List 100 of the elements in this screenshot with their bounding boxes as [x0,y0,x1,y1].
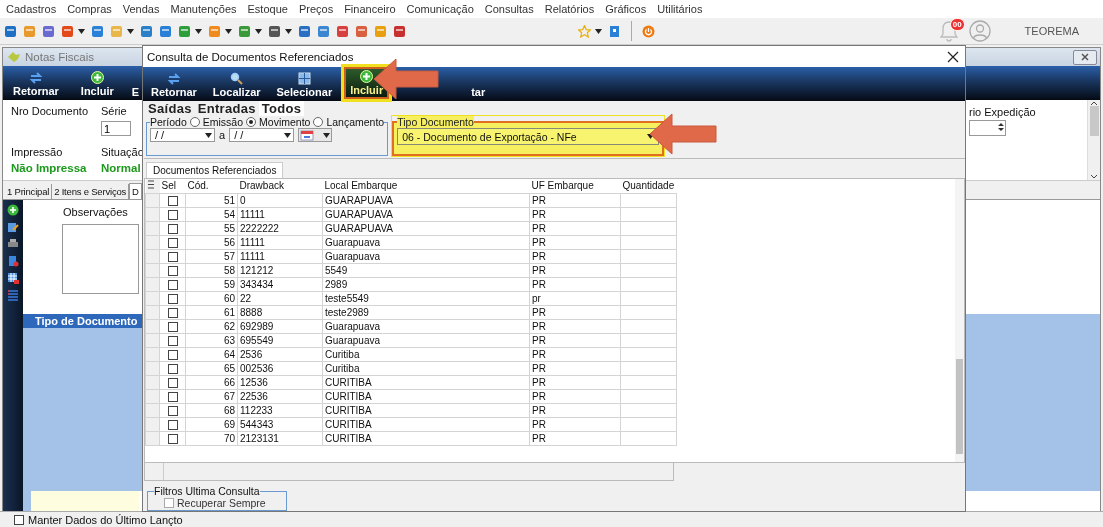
toolbar-icon[interactable] [140,24,153,38]
checkbox[interactable] [167,405,178,416]
date-field[interactable]: / / [229,128,295,142]
toolbar-icon[interactable] [298,24,311,38]
tab[interactable]: 2 Itens e Serviços [52,184,130,199]
caret-icon[interactable] [323,132,331,138]
close-icon[interactable] [947,50,959,63]
new-row-cell[interactable] [31,491,139,511]
table-cell: 66 [185,375,238,390]
caret-icon[interactable] [78,28,85,34]
toolbar-button[interactable]: Localizar [208,71,265,99]
checkbox[interactable] [167,279,178,290]
checkbox[interactable] [14,514,24,525]
dropdown[interactable]: 06 - Documento de Exportação - NFe [397,128,660,145]
scroll-down-icon[interactable] [1090,174,1098,180]
plus-icon[interactable] [7,204,19,216]
caret-icon[interactable] [127,28,134,34]
caret-icon[interactable] [195,28,202,34]
table-cell: teste2989 [322,305,530,320]
toolbar-button[interactable]: Retornar [147,72,201,99]
checkbox[interactable] [167,349,178,360]
tab[interactable]: Entradas [194,101,259,116]
grid-icon[interactable] [7,272,19,284]
caret-icon[interactable] [595,28,602,34]
checkbox[interactable] [167,391,178,402]
toolbar-button[interactable]: Selecionar [272,71,337,99]
power-icon[interactable] [642,24,655,38]
caret-icon[interactable] [284,132,292,138]
spin-arrows-icon[interactable] [997,121,1005,133]
menu-item[interactable]: Vendas [122,3,160,15]
spin-field[interactable] [969,120,1006,136]
tab[interactable]: Saídas [145,101,195,116]
checkbox[interactable] [167,419,178,430]
toolbar-icon[interactable] [268,24,281,38]
scrollbar[interactable] [1087,100,1100,180]
checkbox[interactable] [167,433,178,444]
menu-item[interactable]: Consultas [484,3,534,15]
checkbox[interactable] [167,307,178,318]
checkbox[interactable] [167,321,178,332]
input-field[interactable]: 1 [101,121,131,136]
menu-item[interactable]: Relatórios [544,3,595,15]
column-menu-icon[interactable] [147,180,154,189]
radio-button[interactable] [189,117,200,127]
checkbox[interactable] [167,209,178,220]
list-icon[interactable] [7,289,19,301]
caret-icon[interactable] [205,132,212,138]
caret-icon[interactable] [225,28,232,34]
checkbox[interactable] [167,265,178,276]
toolbar-button[interactable]: Retornar [9,71,63,98]
radio-button[interactable] [246,117,257,127]
toolbar-button[interactable]: tar [467,71,490,99]
star-icon[interactable] [578,24,591,38]
checkbox[interactable] [167,251,178,262]
menu-item[interactable]: Estoque [247,3,288,15]
arrows-icon [166,73,181,85]
menu-item[interactable]: Financeiro [344,3,396,15]
menu-item[interactable]: Utilitários [657,3,703,15]
menu-item[interactable]: Preços [298,3,334,15]
close-button[interactable] [1073,49,1097,65]
menu-item[interactable]: Gráficos [605,3,647,15]
checkbox[interactable] [167,293,178,304]
toolbar-icon[interactable] [42,24,55,38]
toolbar-icon[interactable] [61,24,74,38]
checkbox[interactable] [167,335,178,346]
toolbar-button[interactable]: Incluir [76,70,118,98]
document-icon[interactable] [7,255,19,267]
tab[interactable]: 1 Principal [5,184,53,199]
calendar-button[interactable] [298,128,333,142]
date-field[interactable]: / / [150,128,215,142]
menu-item[interactable]: Cadastros [6,3,57,15]
tab[interactable]: D [129,183,142,199]
checkbox[interactable] [164,498,174,508]
checkbox[interactable] [167,223,178,234]
checkbox[interactable] [167,195,178,206]
toolbar-icon[interactable] [91,24,104,38]
toolbar-icon[interactable] [4,24,17,38]
text-area[interactable] [62,224,139,294]
tab[interactable]: Documentos Referenciados [146,162,284,178]
tab[interactable]: Todos [258,101,305,116]
edit-icon[interactable] [7,221,19,233]
scroll-up-icon[interactable] [1090,100,1098,106]
toolbar-icon[interactable] [159,24,172,38]
caret-icon[interactable] [255,28,262,34]
toolbar-icon[interactable] [355,24,368,38]
checkbox[interactable] [167,363,178,374]
menu-item[interactable]: Compras [67,3,112,15]
caret-icon[interactable] [285,28,292,34]
checkbox[interactable] [167,237,178,248]
printer-icon[interactable] [7,238,19,250]
checkbox[interactable] [167,377,178,388]
toolbar-icon[interactable] [317,24,330,38]
menu-item[interactable]: Comunicação [406,3,474,15]
toolbar-button[interactable]: E [131,72,140,98]
menu-item[interactable]: Manutenções [170,3,237,15]
toolbar-icon[interactable] [608,24,621,38]
toolbar-icon[interactable] [393,24,406,38]
toolbar-icon[interactable] [336,24,349,38]
table-cell: Curitiba [322,361,530,376]
radio-button[interactable] [313,117,324,127]
scrollbar[interactable] [955,179,964,462]
